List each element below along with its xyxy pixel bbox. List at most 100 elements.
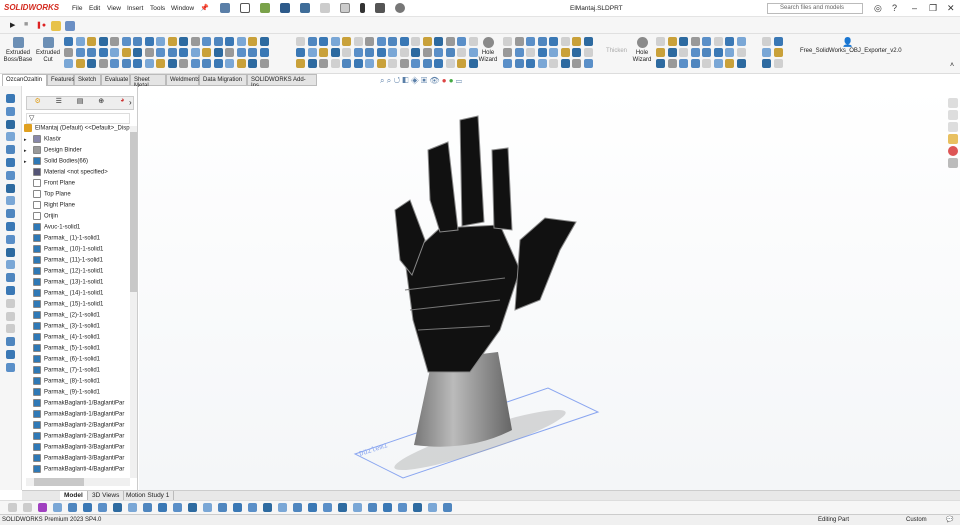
file-explorer-icon[interactable] [948,122,958,132]
ribbon-tool-icon[interactable] [236,48,246,57]
file-properties-icon[interactable] [375,3,385,13]
ribbon-tool-icon[interactable] [213,48,223,57]
left-tool-icon[interactable] [6,222,15,231]
tree-vertical-scrollbar[interactable] [130,126,137,478]
selection-filter-icon[interactable] [143,503,152,512]
ribbon-tool-icon[interactable] [713,37,723,46]
selection-filter-icon[interactable] [188,503,197,512]
tab-features[interactable]: Features [47,74,75,86]
tree-item[interactable]: Material <not specified> [24,168,131,179]
selection-filter-icon[interactable] [218,503,227,512]
tree-item[interactable]: ParmakBaglanti-1/BaglantiPar [24,410,131,421]
selection-filter-icon[interactable] [278,503,287,512]
ribbon-tool-icon[interactable] [110,48,119,57]
stop-macro-icon[interactable]: ■ [24,21,28,28]
ribbon-tool-icon[interactable] [121,37,131,46]
ribbon-tool-icon[interactable] [725,59,734,68]
ribbon-tool-icon[interactable] [560,37,570,46]
left-tool-icon[interactable] [6,209,15,219]
ribbon-tool-icon[interactable] [87,48,96,57]
tab-solidworks-add-ins[interactable]: SOLIDWORKS Add-Ins [247,74,317,89]
ribbon-tool-icon[interactable] [549,48,558,57]
ribbon-tool-icon[interactable] [342,37,351,46]
ribbon-tool-icon[interactable] [98,48,108,57]
left-tool-icon[interactable] [6,362,15,372]
hole-wizard-button-1[interactable]: Hole Wizard [472,37,504,64]
ribbon-tool-icon[interactable] [342,48,351,57]
ribbon-tool-icon[interactable] [190,48,200,57]
tree-item[interactable]: Parmak_ (9)-1-solid1 [24,388,131,399]
ribbon-tool-icon[interactable] [156,48,165,57]
ribbon-tool-icon[interactable] [503,48,512,57]
tree-item[interactable]: Parmak_ (7)-1-solid1 [24,366,131,377]
menu-insert[interactable]: Insert [127,5,143,12]
expand-arrow-icon[interactable]: ▸ [24,148,33,154]
ribbon-tool-icon[interactable] [736,37,746,46]
tree-item[interactable]: ParmakBaglanti-1/BaglantiPar [24,399,131,410]
ribbon-tool-icon[interactable] [537,48,547,57]
ribbon-tool-icon[interactable] [583,37,593,46]
ribbon-tool-icon[interactable] [422,59,432,68]
ribbon-tool-icon[interactable] [179,37,188,46]
ribbon-tool-icon[interactable] [411,59,420,68]
tree-item[interactable]: Parmak_ (13)-1-solid1 [24,278,131,289]
tree-item[interactable]: Parmak_ (2)-1-solid1 [24,311,131,322]
ribbon-tool-icon[interactable] [330,59,340,68]
ribbon-tool-icon[interactable] [422,48,432,57]
menu-view[interactable]: View [107,5,121,12]
filter-input[interactable]: ▽ [26,113,130,124]
ribbon-tool-icon[interactable] [353,48,363,57]
record-macro-icon[interactable]: ❚● [36,21,46,29]
ribbon-tool-icon[interactable] [376,48,386,57]
tab-sketch[interactable]: Sketch [74,74,101,86]
ribbon-tool-icon[interactable] [202,37,211,46]
ribbon-tool-icon[interactable] [445,48,455,57]
ribbon-tool-icon[interactable] [98,59,108,68]
ribbon-tool-icon[interactable] [319,37,328,46]
ribbon-tool-icon[interactable] [330,37,340,46]
tree-item[interactable]: ▸ Klasör [24,135,131,146]
tab-model[interactable]: Model [60,491,88,500]
ribbon-tool-icon[interactable] [98,37,108,46]
ribbon-tool-icon[interactable] [560,59,570,68]
ribbon-tool-icon[interactable] [259,59,269,68]
selection-filter-icon[interactable] [293,503,302,512]
ribbon-tool-icon[interactable] [702,59,711,68]
ribbon-tool-icon[interactable] [762,48,771,57]
tree-item[interactable]: Parmak_ (11)-1-solid1 [24,256,131,267]
expand-arrow-icon[interactable]: ▸ [24,159,33,165]
selection-filter-icon[interactable] [38,503,47,512]
tree-item[interactable]: Front Plane [24,179,131,190]
ribbon-tool-icon[interactable] [225,37,234,46]
ribbon-tool-icon[interactable] [353,59,363,68]
undo-icon[interactable] [320,3,330,13]
ribbon-tool-icon[interactable] [296,48,305,57]
left-tool-icon[interactable] [6,234,15,244]
left-tool-icon[interactable] [6,106,15,116]
left-tool-icon[interactable] [6,311,15,321]
ribbon-tool-icon[interactable] [572,59,581,68]
ribbon-tool-icon[interactable] [133,59,142,68]
graphics-area[interactable]: Düzlem1 [139,86,960,490]
ribbon-tool-icon[interactable] [144,48,154,57]
ribbon-tool-icon[interactable] [713,48,723,57]
thicken-button[interactable]: Thicken [606,48,627,54]
hide-show-icon[interactable]: 👁 [429,76,439,85]
left-tool-icon[interactable] [6,350,15,359]
ribbon-tool-icon[interactable] [434,37,443,46]
tree-item[interactable]: ParmakBaglanti-4/BaglantiPar [24,465,131,476]
custom-properties-icon[interactable] [948,158,958,168]
ribbon-tool-icon[interactable] [572,37,581,46]
section-view-icon[interactable]: ◧ [402,76,408,85]
close-button[interactable]: ✕ [947,3,955,14]
ribbon-tool-icon[interactable] [388,59,397,68]
ribbon-tool-icon[interactable] [656,48,665,57]
ribbon-tool-icon[interactable] [537,59,547,68]
tree-item[interactable]: ParmakBaglanti-2/BaglantiPar [24,421,131,432]
ribbon-tool-icon[interactable] [64,37,73,46]
left-tool-icon[interactable] [6,196,15,206]
tree-item[interactable]: Avuc-1-solid1 [24,223,131,234]
ribbon-tool-icon[interactable] [236,37,246,46]
left-tool-icon[interactable] [6,183,15,193]
tab-motion-study[interactable]: Motion Study 1 [122,491,175,500]
